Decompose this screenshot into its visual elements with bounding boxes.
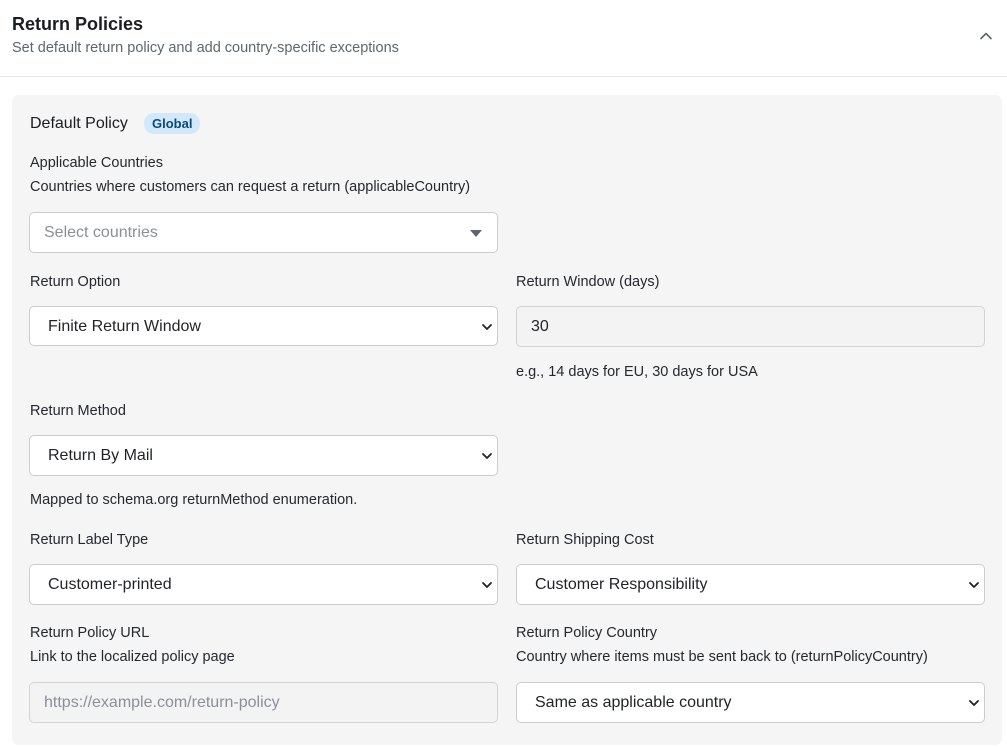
return-option-label: Return Option xyxy=(30,274,121,290)
applicable-countries-description: Countries where customers can request a … xyxy=(30,179,471,195)
return-window-help: e.g., 14 days for EU, 30 days for USA xyxy=(516,364,758,380)
applicable-countries-placeholder: Select countries xyxy=(44,224,158,241)
applicable-countries-label: Applicable Countries xyxy=(30,155,163,171)
return-method-select[interactable]: Return By Mail xyxy=(29,435,498,476)
return-shipping-cost-label: Return Shipping Cost xyxy=(516,532,654,548)
chevron-down-icon[interactable] xyxy=(481,321,493,333)
chevron-down-icon[interactable] xyxy=(968,697,980,709)
return-option-select[interactable]: Finite Return Window xyxy=(29,306,498,346)
return-shipping-cost-select[interactable]: Customer Responsibility xyxy=(516,564,985,605)
return-policy-country-select[interactable]: Same as applicable country xyxy=(516,682,985,723)
policy-title: Default Policy xyxy=(30,115,128,132)
return-window-label: Return Window (days) xyxy=(516,274,660,290)
return-method-help: Mapped to schema.org returnMethod enumer… xyxy=(30,492,358,508)
chevron-up-icon[interactable] xyxy=(976,26,996,46)
return-policy-url-input[interactable]: https://example.com/return-policy xyxy=(29,682,498,723)
chevron-down-icon[interactable] xyxy=(481,579,493,591)
return-policy-country-description: Country where items must be sent back to… xyxy=(516,649,928,665)
return-label-type-select[interactable]: Customer-printed xyxy=(29,564,498,605)
return-label-type-label: Return Label Type xyxy=(30,532,149,548)
return-option-value: Finite Return Window xyxy=(48,318,201,335)
chevron-down-icon[interactable] xyxy=(481,450,493,462)
return-policy-url-label: Return Policy URL xyxy=(30,625,150,641)
global-badge: Global xyxy=(144,113,201,134)
return-shipping-cost-value: Customer Responsibility xyxy=(535,576,708,593)
section-subtitle: Set default return policy and add countr… xyxy=(12,40,399,56)
return-method-label: Return Method xyxy=(30,403,126,419)
return-policy-country-value: Same as applicable country xyxy=(535,694,732,711)
return-policy-url-description: Link to the localized policy page xyxy=(30,649,235,665)
return-label-type-value: Customer-printed xyxy=(48,576,172,593)
applicable-countries-select[interactable]: Select countries xyxy=(29,212,498,253)
section-title: Return Policies xyxy=(12,14,144,34)
section-header[interactable]: Return Policies Set default return polic… xyxy=(0,0,1007,77)
return-method-value: Return By Mail xyxy=(48,447,153,464)
chevron-down-icon[interactable] xyxy=(968,579,980,591)
return-policy-url-placeholder: https://example.com/return-policy xyxy=(44,694,280,711)
caret-down-icon[interactable] xyxy=(470,230,482,237)
return-window-input[interactable]: 30 xyxy=(516,306,985,347)
return-window-value: 30 xyxy=(531,318,549,335)
return-policy-country-label: Return Policy Country xyxy=(516,625,658,641)
